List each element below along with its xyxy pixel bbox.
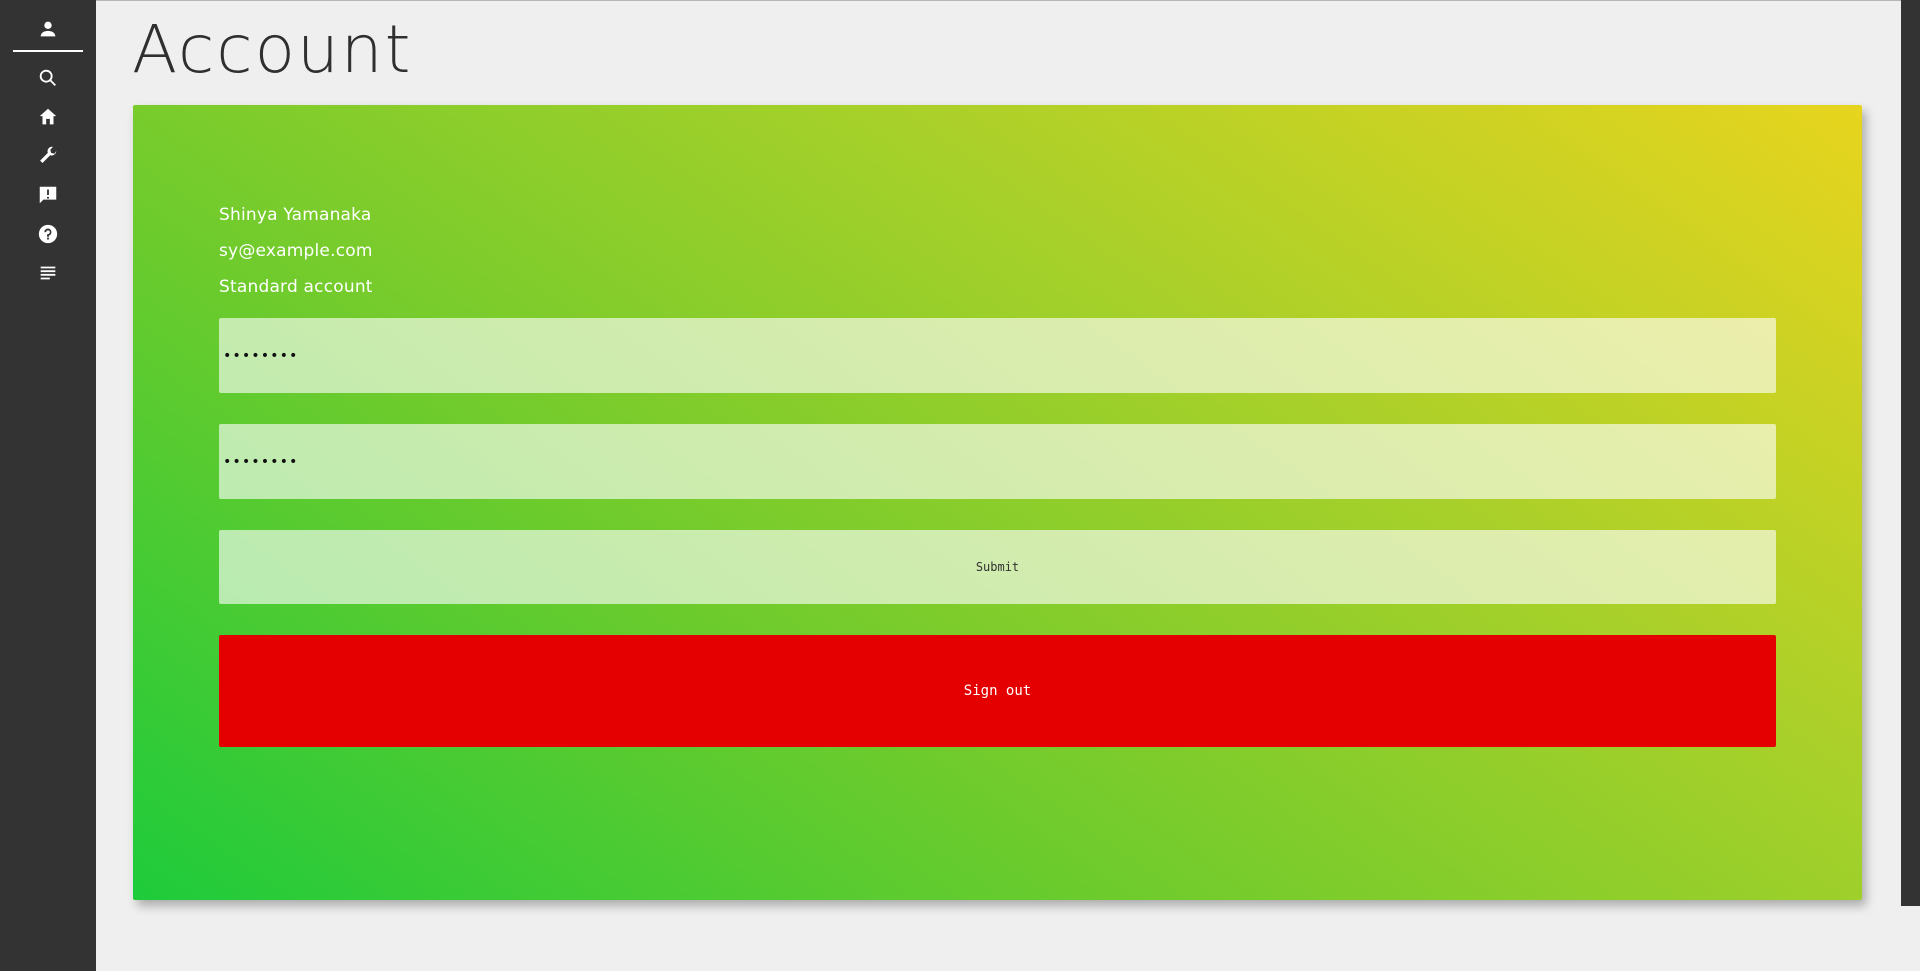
feedback-icon	[39, 186, 57, 204]
page-title: Account	[132, 11, 413, 88]
sidebar-item-account[interactable]	[0, 14, 96, 52]
list-icon	[40, 266, 56, 280]
account-icon	[40, 21, 56, 37]
home-icon	[39, 108, 57, 125]
theme-toggle-button[interactable]	[1857, 38, 1879, 60]
search-icon	[39, 69, 56, 86]
sidebar-item-help[interactable]	[0, 219, 96, 249]
sign-out-button[interactable]: Sign out	[219, 635, 1776, 747]
sidebar-item-home[interactable]	[0, 102, 96, 132]
sidebar-item-tools[interactable]	[0, 141, 96, 171]
scrollbar[interactable]	[1901, 0, 1920, 906]
help-icon	[38, 224, 58, 244]
sidebar-item-feedback[interactable]	[0, 180, 96, 210]
password-confirm-field[interactable]: ••••••••	[219, 424, 1776, 499]
moon-icon	[1860, 39, 1870, 59]
account-email: sy@example.com	[219, 241, 373, 261]
submit-button[interactable]: Submit	[219, 530, 1776, 604]
top-divider	[96, 0, 1920, 1]
password-field[interactable]: ••••••••	[219, 318, 1776, 393]
sidebar	[0, 0, 96, 971]
wrench-icon	[40, 146, 57, 163]
sidebar-item-search[interactable]	[0, 63, 96, 93]
account-card: Shinya Yamanaka sy@example.com Standard …	[133, 105, 1862, 900]
account-type: Standard account	[219, 277, 373, 297]
account-name: Shinya Yamanaka	[219, 205, 372, 225]
sidebar-item-log[interactable]	[0, 258, 96, 288]
